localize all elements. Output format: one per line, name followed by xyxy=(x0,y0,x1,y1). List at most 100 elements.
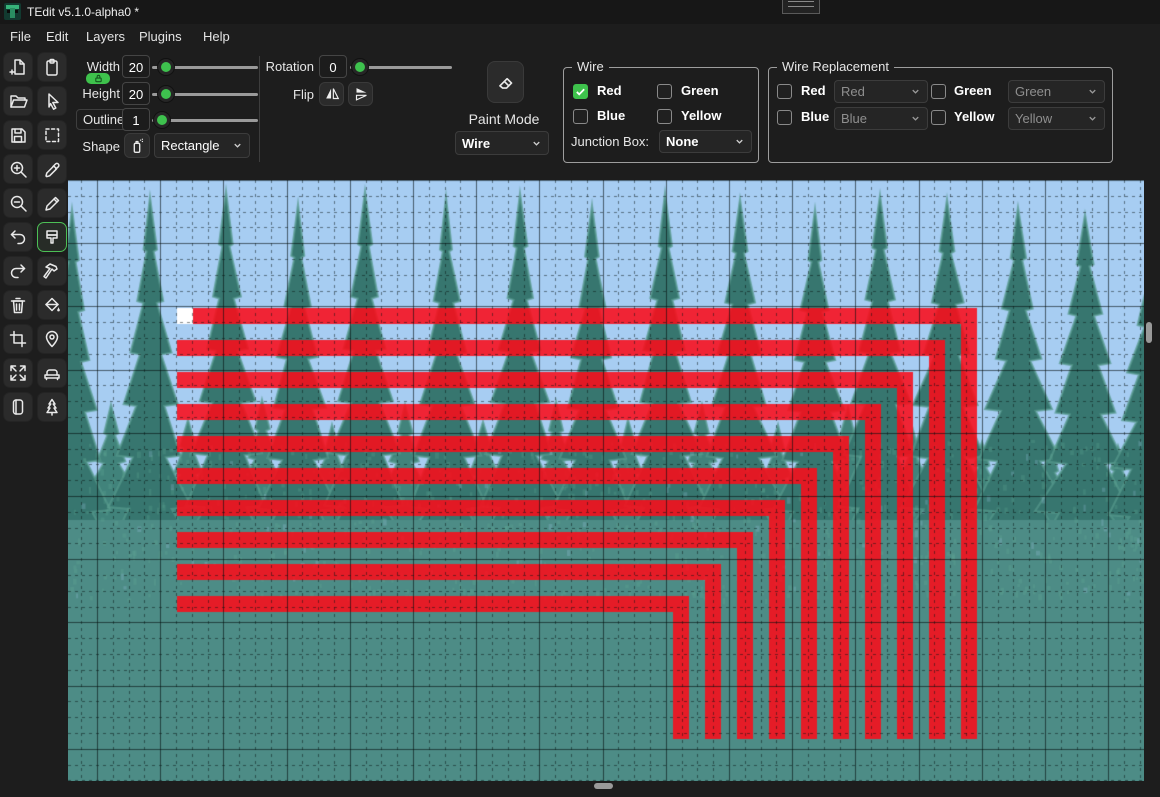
junction-box-label: Junction Box: xyxy=(571,134,650,149)
horizontal-scrollbar-thumb[interactable] xyxy=(594,783,613,789)
point-tool-button[interactable] xyxy=(37,324,67,354)
chevron-down-icon xyxy=(234,143,241,148)
replace-red-label: Red xyxy=(801,83,826,98)
menu-file[interactable]: File xyxy=(8,24,33,50)
wire-red-checkbox[interactable] xyxy=(573,84,588,99)
arrow-tool-button[interactable] xyxy=(37,86,67,116)
wire-yellow-checkbox[interactable] xyxy=(657,109,672,124)
open-file-button[interactable] xyxy=(3,86,33,116)
tree-tool-button[interactable] xyxy=(37,392,67,422)
panel-divider xyxy=(259,56,260,162)
replace-blue-checkbox[interactable] xyxy=(777,110,792,125)
save-button[interactable] xyxy=(3,120,33,150)
replace-green-label: Green xyxy=(954,83,992,98)
selection-tool-button[interactable] xyxy=(37,120,67,150)
outline-slider[interactable] xyxy=(152,112,258,128)
replace-yellow-label: Yellow xyxy=(954,109,995,124)
wire-blue-checkbox[interactable] xyxy=(573,109,588,124)
expand-button[interactable] xyxy=(3,358,33,388)
rotation-slider[interactable] xyxy=(350,59,452,75)
chevron-down-icon xyxy=(912,89,919,94)
rotation-input[interactable]: 0 xyxy=(319,55,347,78)
replace-red-dropdown[interactable]: Red xyxy=(834,80,928,103)
schematic-button[interactable] xyxy=(3,392,33,422)
hammer-tool-button[interactable] xyxy=(37,256,67,286)
title-bar: TEdit v5.1.0-alpha0 * xyxy=(0,0,1160,24)
chevron-down-icon xyxy=(1089,116,1096,121)
shape-label: Shape xyxy=(82,139,120,154)
menu-layers[interactable]: Layers xyxy=(84,24,127,50)
chevron-down-icon xyxy=(736,139,743,144)
wire-group: Wire Red Green Blue Yellow Junction Box:… xyxy=(563,59,759,163)
chevron-down-icon xyxy=(533,141,540,146)
wire-group-title: Wire xyxy=(572,59,609,74)
flip-vertical-button[interactable] xyxy=(348,82,373,106)
zoom-out-button[interactable] xyxy=(3,188,33,218)
menu-edit[interactable]: Edit xyxy=(44,24,70,50)
check-icon xyxy=(576,88,585,96)
hammer-icon xyxy=(43,263,58,279)
flip-horizontal-button[interactable] xyxy=(319,82,344,106)
shape-dropdown[interactable]: Rectangle xyxy=(154,133,250,158)
delete-button[interactable] xyxy=(3,290,33,320)
crop-button[interactable] xyxy=(3,324,33,354)
paste-icon xyxy=(46,58,58,76)
menu-bar: File Edit Layers Plugins Help xyxy=(0,24,1160,50)
wire-blue-label: Blue xyxy=(597,108,626,123)
pencil-icon xyxy=(45,196,60,211)
trash-icon xyxy=(10,297,26,314)
new-file-button[interactable] xyxy=(3,52,33,82)
replace-green-checkbox[interactable] xyxy=(931,84,946,99)
replace-red-checkbox[interactable] xyxy=(777,84,792,99)
junction-box-dropdown[interactable]: None xyxy=(659,130,752,153)
menu-plugins[interactable]: Plugins xyxy=(137,24,184,50)
aspect-lock-badge[interactable] xyxy=(86,73,110,84)
zoom-out-icon xyxy=(10,195,27,212)
replace-yellow-checkbox[interactable] xyxy=(931,110,946,125)
width-slider[interactable] xyxy=(152,59,258,75)
eraser-mode-button[interactable] xyxy=(487,61,524,103)
open-folder-icon xyxy=(10,95,28,108)
zoom-in-icon xyxy=(10,161,27,178)
brush-icon xyxy=(46,230,58,244)
wire-yellow-label: Yellow xyxy=(681,108,722,123)
wire-green-checkbox[interactable] xyxy=(657,84,672,99)
replace-yellow-dropdown[interactable]: Yellow xyxy=(1008,107,1105,130)
save-icon xyxy=(11,128,26,143)
paint-mode-label: Paint Mode xyxy=(468,111,540,127)
pencil-tool-button[interactable] xyxy=(37,188,67,218)
selection-icon xyxy=(45,128,60,143)
replace-blue-dropdown[interactable]: Blue xyxy=(834,107,928,130)
paint-mode-dropdown[interactable]: Wire xyxy=(455,131,549,155)
eyedropper-icon xyxy=(45,162,60,178)
book-icon xyxy=(12,399,24,415)
lock-icon xyxy=(94,74,102,83)
paste-button[interactable] xyxy=(37,52,67,82)
replace-blue-label: Blue xyxy=(801,109,830,124)
width-label: Width xyxy=(86,59,120,74)
height-slider[interactable] xyxy=(152,86,258,102)
height-input[interactable]: 20 xyxy=(122,82,150,105)
menu-help[interactable]: Help xyxy=(201,24,232,50)
replace-green-dropdown[interactable]: Green xyxy=(1008,80,1105,103)
world-canvas[interactable] xyxy=(68,180,1144,781)
vertical-scrollbar-thumb[interactable] xyxy=(1146,322,1152,343)
height-label: Height xyxy=(82,86,120,101)
brush-tool-button[interactable] xyxy=(37,222,67,252)
window-drag-handle[interactable] xyxy=(782,0,820,14)
redo-button[interactable] xyxy=(3,256,33,286)
crop-icon xyxy=(9,330,27,348)
tree-icon xyxy=(46,398,58,416)
undo-button[interactable] xyxy=(3,222,33,252)
outline-input[interactable]: 1 xyxy=(122,108,150,131)
new-file-icon xyxy=(9,59,25,75)
width-input[interactable]: 20 xyxy=(122,55,150,78)
spray-shape-button[interactable] xyxy=(124,133,150,158)
zoom-in-button[interactable] xyxy=(3,154,33,184)
picker-tool-button[interactable] xyxy=(37,154,67,184)
fill-tool-button[interactable] xyxy=(37,290,67,320)
sprite-tool-button[interactable] xyxy=(37,358,67,388)
wire-replacement-group-title: Wire Replacement xyxy=(777,59,894,74)
rotation-label: Rotation xyxy=(265,59,314,74)
wire-green-label: Green xyxy=(681,83,719,98)
